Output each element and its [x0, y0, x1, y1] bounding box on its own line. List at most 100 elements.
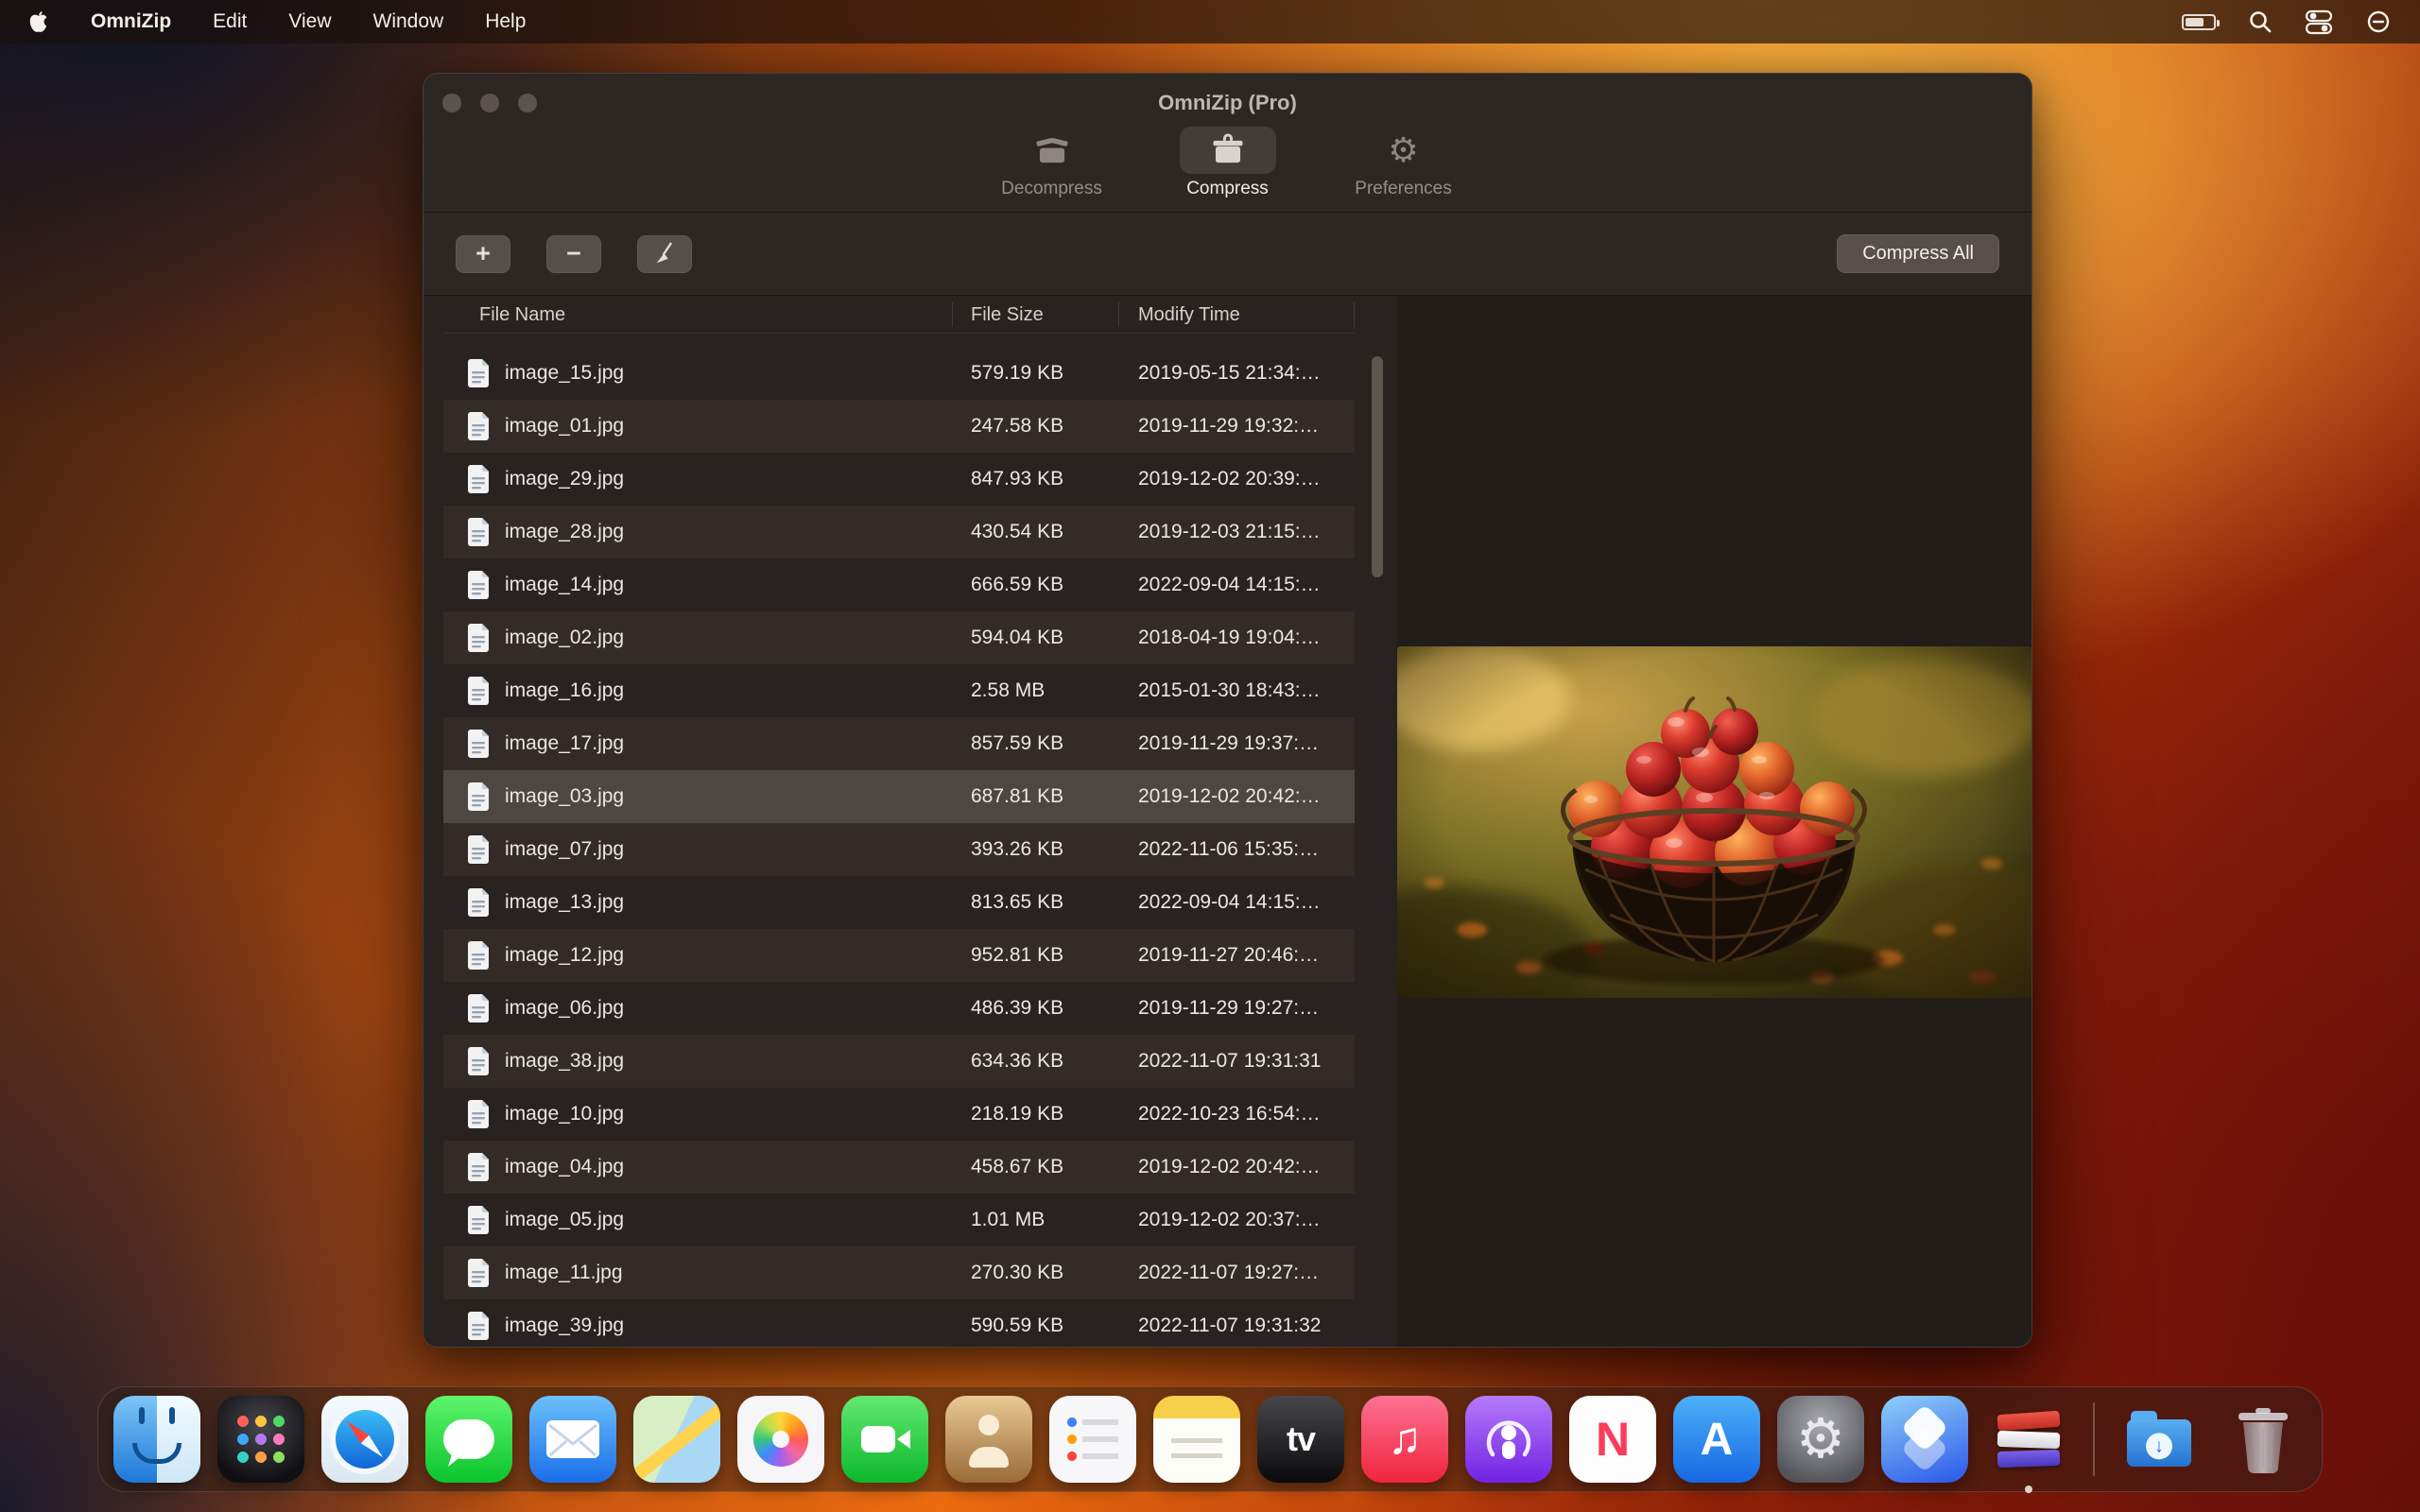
table-row[interactable]: image_04.jpg 458.67 KB 2019-12-02 20:42:…	[443, 1141, 1355, 1194]
tab-compress[interactable]: Compress	[1152, 127, 1304, 199]
table-row[interactable]: image_17.jpg 857.59 KB 2019-11-29 19:37:…	[443, 717, 1355, 770]
file-name: image_14.jpg	[505, 574, 624, 596]
file-modified: 2019-11-29 19:37:…	[1119, 732, 1355, 755]
chat-bubble-icon	[443, 1419, 494, 1459]
file-size: 270.30 KB	[953, 1262, 1119, 1284]
table-scrollbar-thumb[interactable]	[1372, 356, 1383, 577]
file-modified: 2019-11-27 20:46:…	[1119, 944, 1355, 967]
decompress-icon	[1034, 132, 1070, 168]
dock-item-photos[interactable]	[737, 1396, 824, 1483]
file-name: image_29.jpg	[505, 468, 624, 490]
table-row[interactable]: image_28.jpg 430.54 KB 2019-12-03 21:15:…	[443, 506, 1355, 558]
menu-item-window[interactable]: Window	[373, 10, 444, 33]
menu-item-help[interactable]: Help	[485, 10, 526, 33]
table-row[interactable]: image_05.jpg 1.01 MB 2019-12-02 20:37:…	[443, 1194, 1355, 1246]
dock-item-news[interactable]: N	[1569, 1396, 1656, 1483]
dock-item-notes[interactable]	[1153, 1396, 1240, 1483]
table-row[interactable]: image_38.jpg 634.36 KB 2022-11-07 19:31:…	[443, 1035, 1355, 1088]
preview-pane	[1397, 296, 2031, 1348]
omnizip-icon	[1996, 1410, 2060, 1431]
dock-item-messages[interactable]	[425, 1396, 512, 1483]
dock-item-app-store[interactable]: A	[1673, 1396, 1760, 1483]
window-title: OmniZip (Pro)	[424, 91, 2031, 115]
dock-item-shortcuts[interactable]	[1881, 1396, 1968, 1483]
file-modified: 2019-11-29 19:32:…	[1119, 415, 1355, 438]
file-icon	[466, 358, 491, 388]
file-name: image_17.jpg	[505, 732, 624, 755]
file-icon	[466, 1258, 491, 1288]
toolbar-tabs: Decompress Compress ⚙ Preferences	[424, 127, 2031, 199]
app-store-icon: A	[1701, 1414, 1734, 1466]
minus-icon: −	[566, 241, 581, 266]
table-row[interactable]: image_07.jpg 393.26 KB 2022-11-06 15:35:…	[443, 823, 1355, 876]
dock-item-tv[interactable]: tv	[1257, 1396, 1344, 1483]
search-icon[interactable]	[2248, 9, 2273, 34]
dock-item-music[interactable]: ♫	[1361, 1396, 1448, 1483]
control-center-icon[interactable]	[2305, 8, 2333, 36]
tv-icon: tv	[1287, 1419, 1315, 1459]
file-icon	[466, 887, 491, 918]
tab-compress-label: Compress	[1186, 179, 1269, 199]
compress-all-button[interactable]: Compress All	[1837, 234, 1999, 273]
file-name: image_03.jpg	[505, 785, 624, 808]
menu-item-edit[interactable]: Edit	[213, 10, 247, 33]
menu-app-name[interactable]: OmniZip	[91, 10, 171, 33]
dock-item-safari[interactable]	[321, 1396, 408, 1483]
file-name: image_10.jpg	[505, 1103, 624, 1125]
dock-item-podcasts[interactable]	[1465, 1396, 1552, 1483]
file-modified: 2019-12-02 20:42:…	[1119, 785, 1355, 808]
tab-decompress[interactable]: Decompress	[977, 127, 1128, 199]
file-size: 247.58 KB	[953, 415, 1119, 438]
dock-item-trash[interactable]	[2220, 1396, 2307, 1483]
file-icon	[466, 411, 491, 441]
dock-item-facetime[interactable]	[841, 1396, 928, 1483]
dock-item-mail[interactable]	[529, 1396, 616, 1483]
column-header-modify-time[interactable]: Modify Time	[1119, 302, 1355, 327]
remove-files-button[interactable]: −	[546, 235, 601, 273]
download-arrow-icon: ↓	[2146, 1433, 2172, 1459]
file-modified: 2022-11-06 15:35:…	[1119, 838, 1355, 861]
dock-item-reminders[interactable]	[1049, 1396, 1136, 1483]
table-row[interactable]: image_02.jpg 594.04 KB 2018-04-19 19:04:…	[443, 611, 1355, 664]
dock-item-contacts[interactable]	[945, 1396, 1032, 1483]
clear-list-button[interactable]	[637, 235, 692, 273]
table-row[interactable]: image_13.jpg 813.65 KB 2022-09-04 14:15:…	[443, 876, 1355, 929]
downloads-folder-icon: ↓	[2127, 1419, 2191, 1467]
table-row[interactable]: image_12.jpg 952.81 KB 2019-11-27 20:46:…	[443, 929, 1355, 982]
add-files-button[interactable]: +	[456, 235, 510, 273]
table-row[interactable]: image_06.jpg 486.39 KB 2019-11-29 19:27:…	[443, 982, 1355, 1035]
file-table-body: image_15.jpg 579.19 KB 2019-05-15 21:34:…	[443, 347, 1355, 1348]
menu-item-view[interactable]: View	[288, 10, 331, 33]
file-modified: 2018-04-19 19:04:…	[1119, 627, 1355, 649]
table-row[interactable]: image_15.jpg 579.19 KB 2019-05-15 21:34:…	[443, 347, 1355, 400]
dock-item-maps[interactable]	[633, 1396, 720, 1483]
file-name: image_07.jpg	[505, 838, 624, 861]
tab-preferences[interactable]: ⚙ Preferences	[1328, 127, 1479, 199]
table-row[interactable]: image_10.jpg 218.19 KB 2022-10-23 16:54:…	[443, 1088, 1355, 1141]
dock-item-finder[interactable]	[113, 1396, 200, 1483]
table-row[interactable]: image_14.jpg 666.59 KB 2022-09-04 14:15:…	[443, 558, 1355, 611]
file-modified: 2022-11-07 19:31:32	[1119, 1314, 1355, 1337]
column-header-file-size[interactable]: File Size	[953, 302, 1119, 327]
dock-item-launchpad[interactable]	[217, 1396, 304, 1483]
file-icon	[466, 1205, 491, 1235]
table-row[interactable]: image_29.jpg 847.93 KB 2019-12-02 20:39:…	[443, 453, 1355, 506]
dock-item-system-settings[interactable]: ⚙	[1777, 1396, 1864, 1483]
battery-icon[interactable]	[2182, 14, 2216, 30]
finder-icon	[157, 1396, 200, 1483]
table-row[interactable]: image_01.jpg 247.58 KB 2019-11-29 19:32:…	[443, 400, 1355, 453]
dock-item-downloads[interactable]: ↓	[2116, 1396, 2203, 1483]
column-header-file-name[interactable]: File Name	[443, 302, 953, 327]
minus-circle-icon[interactable]	[2365, 9, 2392, 35]
file-size: 1.01 MB	[953, 1209, 1119, 1231]
dock-divider	[2093, 1402, 2095, 1476]
news-icon: N	[1596, 1412, 1630, 1467]
table-row[interactable]: image_39.jpg 590.59 KB 2022-11-07 19:31:…	[443, 1299, 1355, 1348]
apple-menu-icon[interactable]	[28, 9, 49, 34]
file-name: image_16.jpg	[505, 679, 624, 702]
table-row[interactable]: image_03.jpg 687.81 KB 2019-12-02 20:42:…	[443, 770, 1355, 823]
table-row[interactable]: image_11.jpg 270.30 KB 2022-11-07 19:27:…	[443, 1246, 1355, 1299]
dock-item-omnizip[interactable]	[1985, 1396, 2072, 1483]
table-row[interactable]: image_16.jpg 2.58 MB 2015-01-30 18:43:…	[443, 664, 1355, 717]
broom-icon	[650, 240, 679, 268]
